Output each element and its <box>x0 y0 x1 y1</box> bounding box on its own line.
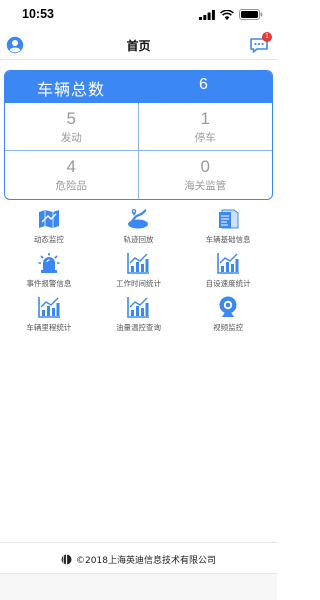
status-bar: 10:53 <box>0 0 277 30</box>
footer-content: ©2018上海英迪信息技术有限公司 <box>61 553 216 566</box>
bottom-safe-area <box>0 574 277 600</box>
alarm-icon <box>38 253 60 273</box>
total-vehicles-label: 车辆总数 <box>37 80 106 99</box>
stat-customs[interactable]: 0 海关监管 <box>139 151 273 199</box>
func-video-monitor[interactable]: 视频监控 <box>183 295 273 337</box>
copyright-text: ©2018上海英迪信息技术有限公司 <box>76 556 216 566</box>
func-work-time-stats[interactable]: 工作时间统计 <box>94 251 184 293</box>
func-label: 工作时间统计 <box>115 279 161 288</box>
status-time: 10:53 <box>22 7 54 21</box>
camera-icon <box>219 296 237 317</box>
func-label: 自设速度统计 <box>205 279 251 288</box>
vehicle-stats-card: 车辆总数 6 5 发动 1 停车 4 危险品 0 海关监管 <box>4 70 273 200</box>
func-track-playback[interactable]: 轨迹回放 <box>94 207 184 249</box>
stat-customs-label: 海关监管 <box>184 180 227 192</box>
func-mileage-stats[interactable]: 车辆里程统计 <box>4 295 94 337</box>
footer: ©2018上海英迪信息技术有限公司 <box>0 542 277 574</box>
func-speed-stats[interactable]: 自设速度统计 <box>183 251 273 293</box>
function-grid: 动态监控 轨迹回放 车辆基础信息 事件报警信息 工作时间统计 自设速度统计 车辆… <box>4 207 273 337</box>
nav-bar: 首页 1 <box>0 30 277 60</box>
stat-hazardous-label: 危险品 <box>55 180 88 192</box>
stat-running-label: 发动 <box>60 132 82 144</box>
stat-parked-value: 1 <box>200 109 210 128</box>
func-label: 视频监控 <box>213 323 244 332</box>
document-icon <box>219 209 239 229</box>
stat-parked-label: 停车 <box>194 132 216 144</box>
stat-hazardous-value: 4 <box>66 157 76 176</box>
message-badge: 1 <box>262 32 272 42</box>
message-button[interactable]: 1 <box>249 32 272 55</box>
func-label: 车辆里程统计 <box>26 323 72 332</box>
func-label: 动态监控 <box>33 235 64 244</box>
stat-running-value: 5 <box>66 109 76 128</box>
stat-hazardous[interactable]: 4 危险品 <box>5 151 139 199</box>
stat-customs-value: 0 <box>200 157 210 176</box>
wifi-icon <box>220 9 234 20</box>
chart-icon <box>38 297 60 318</box>
signal-icon <box>199 9 215 20</box>
func-dynamic-monitor[interactable]: 动态监控 <box>4 207 94 249</box>
chart-icon <box>127 297 150 318</box>
total-vehicles-header[interactable]: 车辆总数 6 <box>5 71 272 103</box>
chart-icon <box>217 253 240 274</box>
func-fuel-temp-query[interactable]: 油量温控查询 <box>94 295 184 337</box>
stat-running[interactable]: 5 发动 <box>5 103 139 151</box>
func-label: 事件报警信息 <box>26 279 72 288</box>
map-icon <box>38 210 59 228</box>
company-logo-icon <box>61 554 72 565</box>
func-label: 油量温控查询 <box>115 323 161 332</box>
track-icon <box>128 209 149 229</box>
func-label: 轨迹回放 <box>123 235 154 244</box>
status-icons <box>199 9 263 20</box>
stat-parked[interactable]: 1 停车 <box>138 103 272 151</box>
stats-grid: 5 发动 1 停车 4 危险品 0 海关监管 <box>5 103 272 199</box>
battery-icon <box>239 9 263 20</box>
total-vehicles-value: 6 <box>199 76 208 93</box>
func-vehicle-info[interactable]: 车辆基础信息 <box>183 207 273 249</box>
page-title: 首页 <box>126 39 151 53</box>
chart-icon <box>127 253 150 274</box>
func-event-alarm[interactable]: 事件报警信息 <box>4 251 94 293</box>
func-label: 车辆基础信息 <box>205 235 251 244</box>
